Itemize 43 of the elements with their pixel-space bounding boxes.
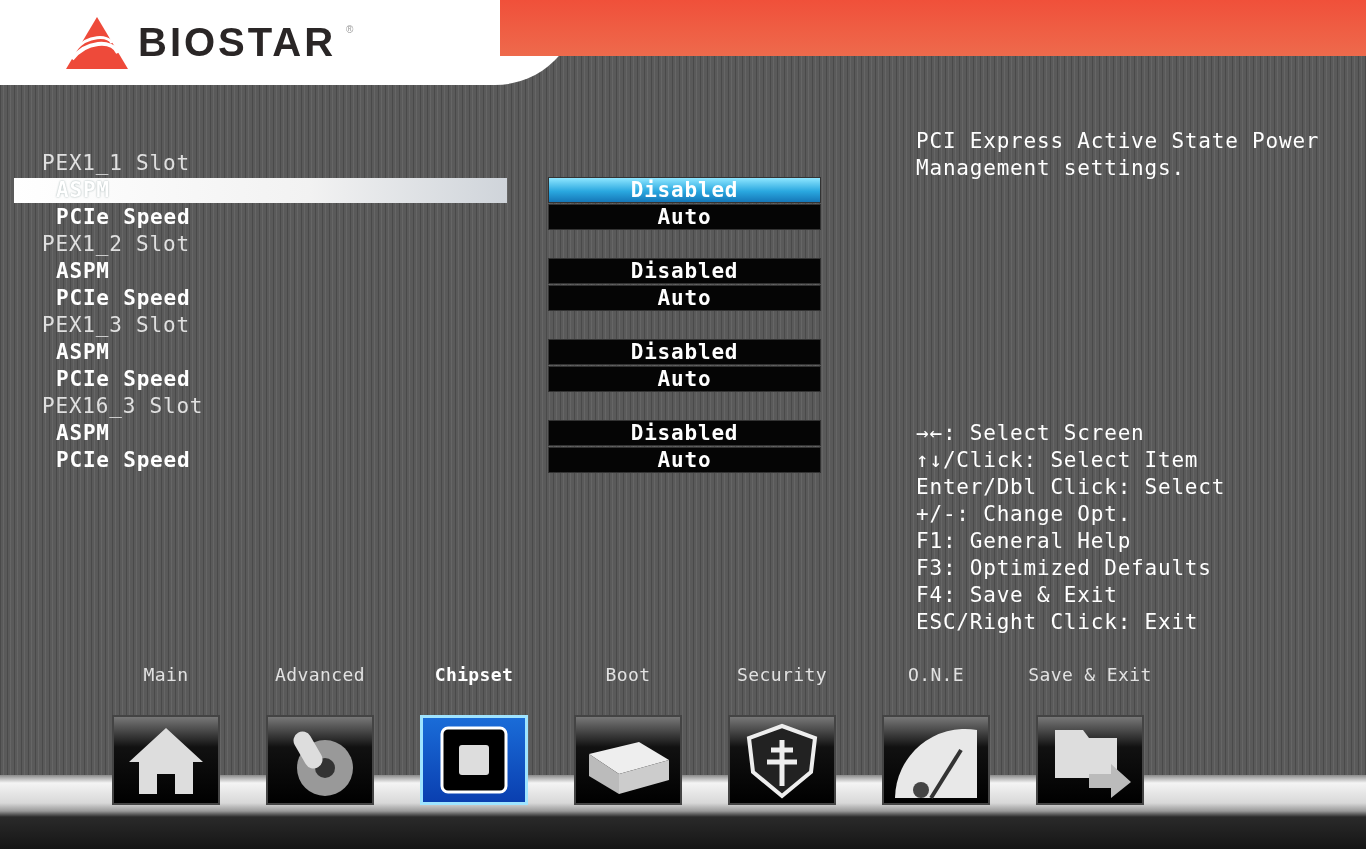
tab-label[interactable]: Save & Exit bbox=[1020, 663, 1160, 687]
tab-label[interactable]: Boot bbox=[558, 663, 698, 687]
setting-value[interactable]: Disabled bbox=[548, 339, 821, 365]
key-help-line: ESC/Right Click: Exit bbox=[916, 609, 1200, 636]
setting-value[interactable]: Disabled bbox=[548, 258, 821, 284]
setting-label[interactable]: PCIe Speed bbox=[14, 286, 507, 311]
tab-label[interactable]: O.N.E bbox=[866, 663, 1006, 687]
key-help-line: +/-: Change Opt. bbox=[916, 501, 1133, 528]
slot-heading: PEX1_2 Slot bbox=[41, 231, 191, 258]
toggle-switch-icon[interactable] bbox=[266, 715, 374, 805]
triangle-logo-icon bbox=[66, 16, 128, 69]
brand-logo-text: BIOSTAR bbox=[138, 20, 337, 65]
key-help-line: F4: Save & Exit bbox=[916, 582, 1119, 609]
setting-label[interactable]: PCIe Speed bbox=[14, 448, 507, 473]
key-help-line: F3: Optimized Defaults bbox=[916, 555, 1213, 582]
setting-value[interactable]: Auto bbox=[548, 366, 821, 392]
key-help-line: →←: Select Screen bbox=[916, 420, 1146, 447]
tab-label[interactable]: Chipset bbox=[404, 663, 544, 687]
slot-heading: PEX1_1 Slot bbox=[41, 150, 191, 177]
setting-label[interactable]: PCIe Speed bbox=[14, 367, 507, 392]
drive-icon[interactable] bbox=[574, 715, 682, 805]
help-description: PCI Express Active State Power Management settings. bbox=[916, 128, 1321, 182]
tab-label[interactable]: Main bbox=[96, 663, 236, 687]
tab-label[interactable]: Security bbox=[712, 663, 852, 687]
key-help-line: Enter/Dbl Click: Select bbox=[916, 474, 1227, 501]
key-help-line: F1: General Help bbox=[916, 528, 1133, 555]
slot-heading: PEX1_3 Slot bbox=[41, 312, 191, 339]
setting-value[interactable]: Auto bbox=[548, 447, 821, 473]
registered-mark: ® bbox=[346, 24, 354, 35]
setting-label[interactable]: ASPM bbox=[14, 421, 507, 446]
chip-icon[interactable] bbox=[420, 715, 528, 805]
setting-label[interactable]: ASPM bbox=[14, 259, 507, 284]
gauge-icon[interactable] bbox=[882, 715, 990, 805]
setting-value[interactable]: Auto bbox=[548, 285, 821, 311]
setting-value[interactable]: Disabled bbox=[548, 420, 821, 446]
setting-value[interactable]: Auto bbox=[548, 204, 821, 230]
shield-icon[interactable] bbox=[728, 715, 836, 805]
tab-label[interactable]: Advanced bbox=[250, 663, 390, 687]
house-icon[interactable] bbox=[112, 715, 220, 805]
setting-label[interactable]: ASPM bbox=[14, 340, 507, 365]
key-help-line: ↑↓/Click: Select Item bbox=[916, 447, 1200, 474]
slot-heading: PEX16_3 Slot bbox=[41, 393, 205, 420]
setting-label[interactable]: PCIe Speed bbox=[14, 205, 507, 230]
